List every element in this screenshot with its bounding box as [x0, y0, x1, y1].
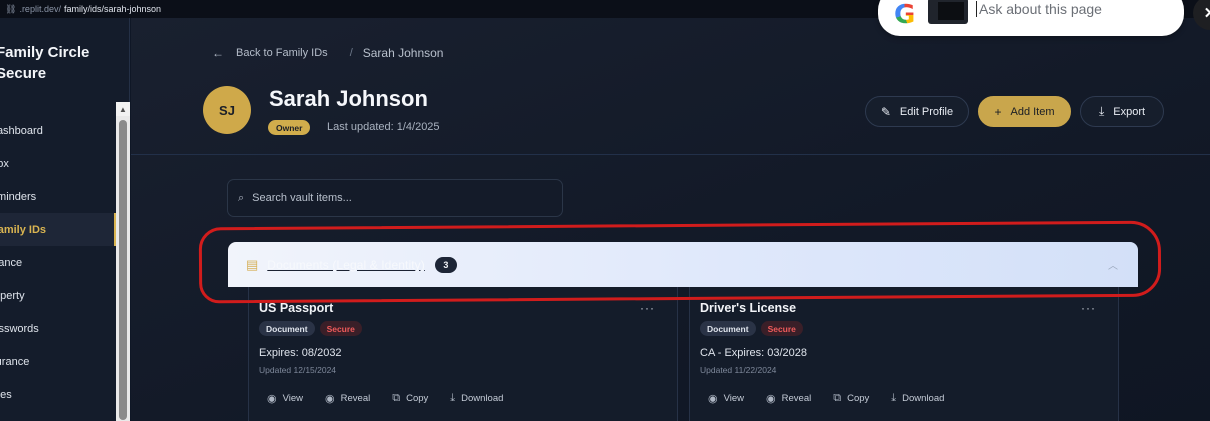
sidebar-item-notes[interactable]: Notes	[0, 378, 116, 411]
search-box[interactable]: ⌕	[227, 179, 563, 217]
tag-document: Document	[700, 321, 756, 336]
item-expires: CA - Expires: 03/2028	[700, 347, 808, 359]
eye-icon: ◉	[267, 393, 277, 405]
annotation-highlight	[198, 220, 1162, 304]
sidebar-item-label: Property	[0, 289, 25, 302]
copy-icon: ⧉	[833, 392, 842, 404]
download-icon: ⤓	[1098, 104, 1105, 118]
copy-icon: ⧉	[392, 392, 401, 404]
avatar: SJ	[203, 86, 251, 134]
google-logo-icon: G	[894, 0, 916, 30]
search-icon: ⌕	[238, 191, 245, 204]
edit-profile-button[interactable]: ✎ Edit Profile	[865, 96, 969, 127]
copy-button[interactable]: ⧉ Copy	[392, 392, 428, 405]
tag-document: Document	[259, 321, 315, 336]
sidebar-item-inbox[interactable]: Inbox	[0, 147, 116, 180]
google-ask-overlay[interactable]: G Ask about this page	[878, 0, 1184, 36]
sidebar-item-label: Passwords	[0, 322, 39, 335]
sidebar-item-label: Dashboard	[0, 124, 43, 137]
sidebar-item-label: Family IDs	[0, 223, 47, 236]
tag-secure: Secure	[760, 321, 803, 336]
add-item-button[interactable]: + Add Item	[978, 96, 1071, 127]
export-button[interactable]: ⤓ Export	[1080, 96, 1164, 127]
download-icon: ⤓	[891, 392, 897, 404]
url-domain: .replit.dev/	[19, 4, 61, 14]
search-input[interactable]	[252, 192, 543, 204]
brand-line-2: Secure	[0, 65, 47, 82]
view-label: View	[723, 393, 745, 404]
header-divider	[131, 154, 1210, 155]
scrollbar-thumb[interactable]	[119, 120, 127, 420]
sidebar-item-label: Notes	[0, 388, 12, 401]
breadcrumb-current: Sarah Johnson	[362, 46, 444, 60]
page-thumbnail	[928, 0, 968, 24]
item-name: Driver's License	[700, 301, 797, 315]
reveal-label: Reveal	[781, 393, 812, 404]
sidebar-item-label: Finance	[0, 256, 23, 269]
eye-icon: ◉	[325, 393, 335, 405]
vault-item-card: Driver's License ··· Document Secure CA …	[689, 287, 1119, 421]
download-label: Download	[461, 393, 504, 404]
main-content: ← Back to Family IDs / Sarah Johnson SJ …	[131, 18, 1210, 421]
role-badge: Owner	[268, 120, 311, 135]
item-updated: Updated 11/22/2024	[700, 365, 777, 375]
sidebar-item-insurance[interactable]: Insurance	[0, 345, 116, 378]
back-link[interactable]: Back to Family IDs	[236, 47, 328, 59]
plus-icon: +	[994, 104, 1002, 119]
ask-page-input[interactable]: Ask about this page	[976, 1, 1102, 17]
reveal-label: Reveal	[340, 393, 371, 404]
breadcrumb-separator: /	[349, 47, 353, 59]
sidebar-item-reminders[interactable]: Reminders	[0, 180, 116, 213]
item-tags: Document Secure	[700, 321, 803, 336]
sidebar-scrollbar[interactable]: ▲	[116, 102, 130, 421]
edit-icon: ✎	[880, 104, 891, 119]
sidebar-item-passwords[interactable]: Passwords	[0, 312, 116, 345]
sidebar: Family Circle Secure Dashboard Inbox Rem…	[0, 18, 130, 421]
sidebar-item-property[interactable]: Property	[0, 279, 116, 312]
download-label: Download	[902, 393, 945, 404]
sidebar-item-family-ids[interactable]: Family IDs	[0, 213, 116, 246]
item-name: US Passport	[259, 301, 334, 315]
reveal-button[interactable]: ◉ Reveal	[325, 392, 370, 405]
sidebar-item-label: Inbox	[0, 157, 9, 170]
add-item-label: Add Item	[1010, 105, 1055, 118]
last-updated-text: Last updated: 1/4/2025	[327, 121, 440, 133]
vault-item-card: US Passport ··· Document Secure Expires:…	[248, 287, 678, 421]
reveal-button[interactable]: ◉ Reveal	[766, 392, 811, 405]
item-actions: ◉ View ◉ Reveal ⧉ Copy ⤓ Download	[267, 392, 503, 405]
item-actions: ◉ View ◉ Reveal ⧉ Copy ⤓ Download	[708, 392, 944, 405]
sidebar-item-finance[interactable]: Finance	[0, 246, 116, 279]
arrow-left-icon[interactable]: ←	[212, 46, 224, 60]
sidebar-nav: Dashboard Inbox Reminders Family IDs Fin…	[0, 114, 116, 411]
more-options-icon[interactable]: ···	[640, 301, 655, 315]
eye-icon: ◉	[708, 393, 718, 405]
view-label: View	[282, 393, 304, 404]
breadcrumb: ← Back to Family IDs / Sarah Johnson	[212, 46, 443, 60]
tag-secure: Secure	[319, 321, 362, 336]
item-expires: Expires: 08/2032	[259, 347, 342, 359]
item-tags: Document Secure	[259, 321, 362, 336]
view-button[interactable]: ◉ View	[267, 392, 303, 405]
download-icon: ⤓	[450, 392, 456, 404]
download-button[interactable]: ⤓ Download	[450, 392, 503, 405]
page-title: Sarah Johnson	[269, 86, 428, 111]
more-options-icon[interactable]: ···	[1081, 301, 1096, 315]
sidebar-item-label: Insurance	[0, 355, 30, 368]
item-updated: Updated 12/15/2024	[259, 365, 337, 375]
eye-icon: ◉	[766, 393, 776, 405]
export-label: Export	[1113, 105, 1146, 118]
url-path: family/ids/sarah-johnson	[63, 4, 162, 14]
brand-line-1: Family Circle	[0, 44, 90, 61]
edit-profile-label: Edit Profile	[899, 105, 954, 118]
scroll-up-icon[interactable]: ▲	[116, 102, 130, 116]
sidebar-item-dashboard[interactable]: Dashboard	[0, 114, 116, 147]
brand-title: Family Circle Secure	[0, 42, 116, 84]
view-button[interactable]: ◉ View	[708, 392, 744, 405]
link-icon: ⛓	[5, 3, 17, 14]
copy-label: Copy	[847, 393, 870, 404]
copy-button[interactable]: ⧉ Copy	[833, 392, 869, 405]
copy-label: Copy	[406, 393, 429, 404]
download-button[interactable]: ⤓ Download	[891, 392, 944, 405]
sidebar-item-label: Reminders	[0, 190, 37, 203]
